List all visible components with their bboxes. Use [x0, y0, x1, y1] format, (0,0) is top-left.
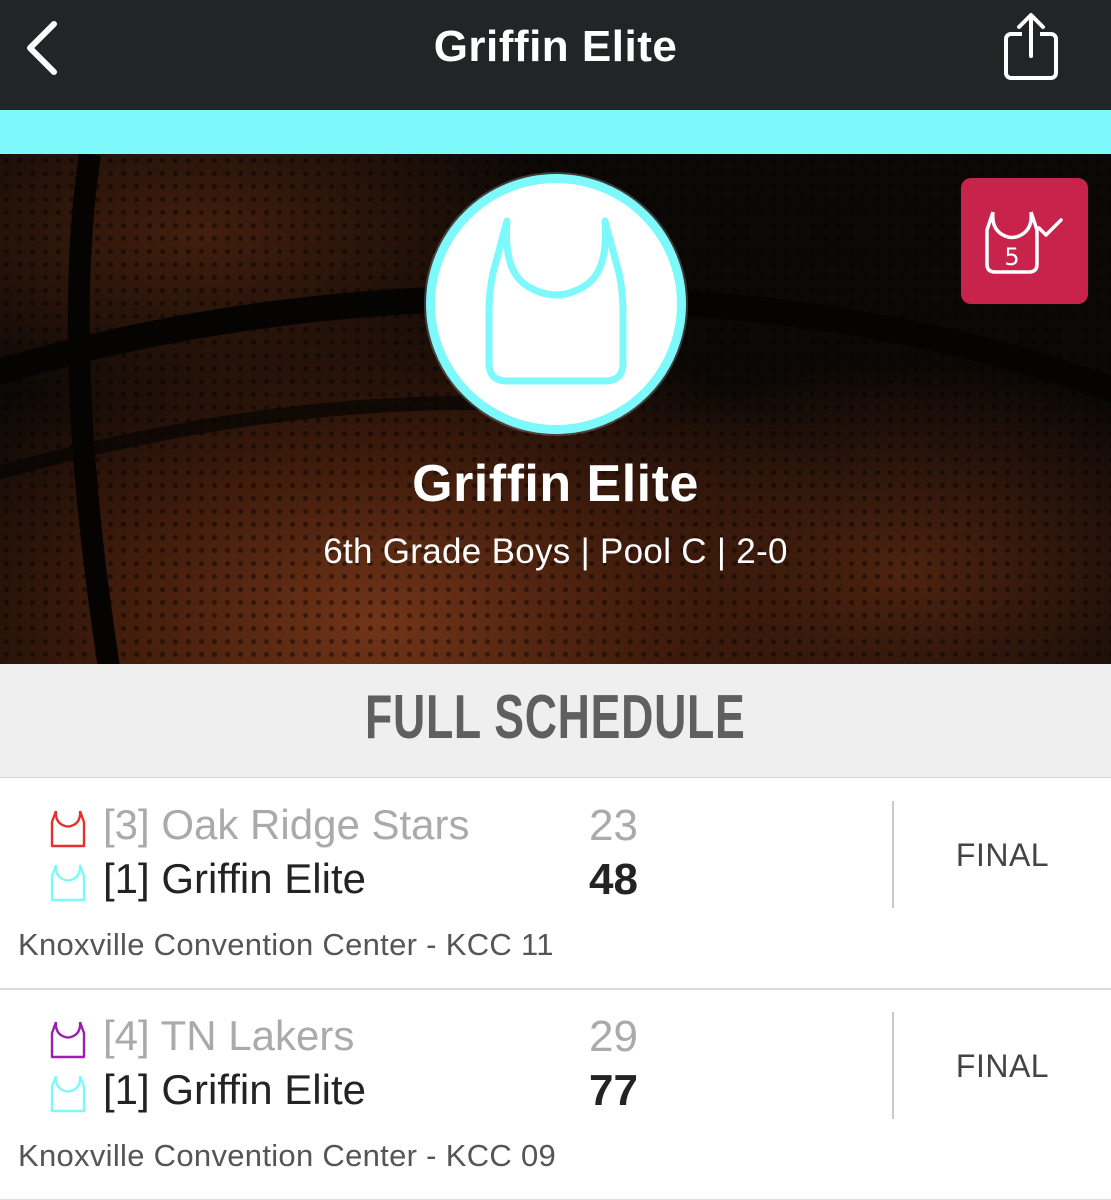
game-venue: Knoxville Convention Center - KCC 09 [18, 1138, 557, 1173]
away-team-row: [4] TN Lakers 29 [0, 1012, 880, 1066]
share-icon [1004, 13, 1058, 80]
schedule-header: FULL SCHEDULE [0, 664, 1111, 778]
away-jersey-icon [50, 810, 86, 848]
home-team-row: [1] Griffin Elite 48 [0, 855, 880, 909]
team-name-heading: Griffin Elite [412, 455, 699, 513]
team-subtitle: 6th Grade Boys | Pool C | 2-0 [323, 532, 788, 571]
jersey-five-check-icon: 5 [985, 211, 1063, 274]
jersey-icon [485, 217, 627, 385]
back-button[interactable] [18, 16, 78, 80]
home-team-score: 48 [589, 855, 638, 904]
away-jersey-icon [50, 1021, 86, 1059]
accent-strip [0, 110, 1111, 154]
home-jersey-icon [50, 864, 86, 902]
home-team-score: 77 [589, 1066, 638, 1115]
game-status: FINAL [955, 837, 1050, 873]
home-team-name: [1] Griffin Elite [103, 1066, 366, 1113]
away-team-score: 29 [589, 1012, 638, 1061]
home-team-row: [1] Griffin Elite 77 [0, 1066, 880, 1120]
schedule-title: FULL SCHEDULE [365, 683, 746, 752]
score-divider [892, 801, 894, 908]
away-team-score: 23 [589, 801, 638, 850]
home-jersey-icon [50, 1075, 86, 1113]
game-card[interactable]: [4] TN Lakers 29 [1] Griffin Elite 77 FI… [0, 990, 1111, 1200]
top-nav-bar: Griffin Elite [0, 0, 1111, 110]
team-hero-banner: 5 Griffin Elite 6th Grade Boys | Pool C … [0, 154, 1111, 664]
badge-number: 5 [1004, 243, 1019, 271]
chevron-left-icon [27, 21, 57, 75]
score-divider [892, 1012, 894, 1119]
away-team-row: [3] Oak Ridge Stars 23 [0, 801, 880, 855]
team-badge-button[interactable]: 5 [961, 178, 1088, 304]
game-status: FINAL [955, 1048, 1050, 1084]
away-team-name: [3] Oak Ridge Stars [103, 801, 470, 848]
share-button[interactable] [996, 8, 1066, 84]
nav-title: Griffin Elite [433, 22, 678, 71]
team-avatar [426, 174, 686, 434]
game-card[interactable]: [3] Oak Ridge Stars 23 [1] Griffin Elite… [0, 779, 1111, 990]
game-venue: Knoxville Convention Center - KCC 11 [18, 927, 554, 962]
away-team-name: [4] TN Lakers [103, 1012, 355, 1059]
home-team-name: [1] Griffin Elite [103, 855, 366, 902]
